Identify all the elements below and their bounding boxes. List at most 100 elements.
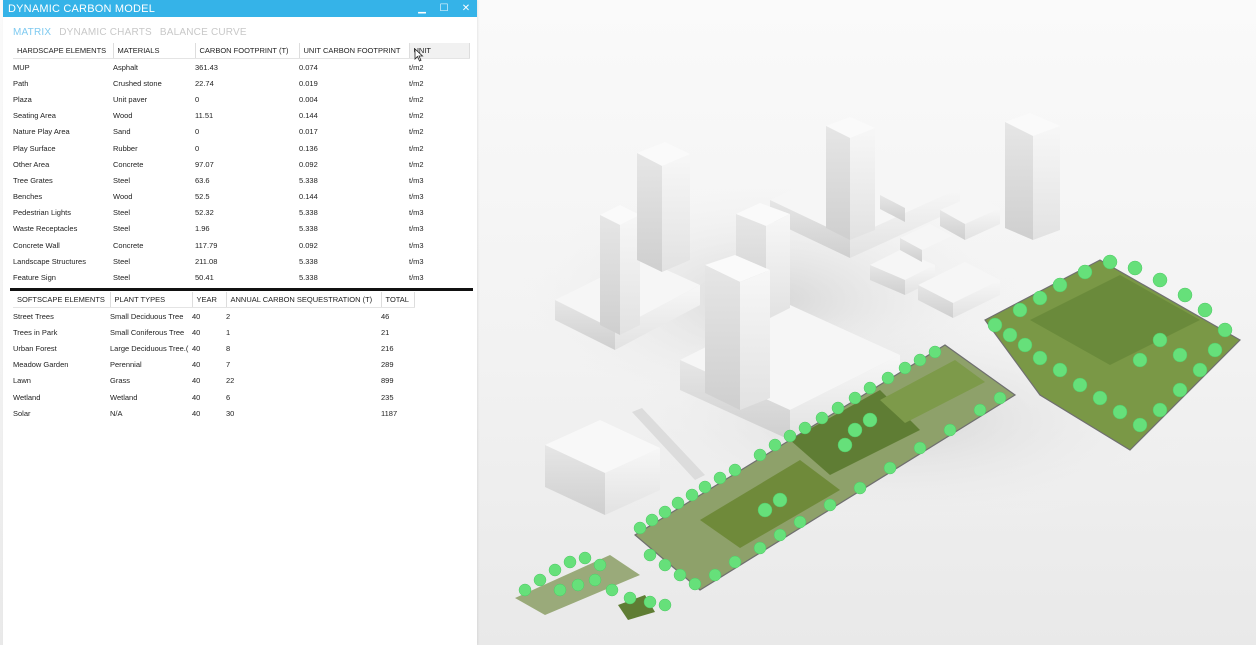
table-cell[interactable]: 40	[192, 357, 226, 373]
table-row[interactable]: Tree Grates Steel 63.6 5.338 t/m3	[13, 172, 469, 188]
table-cell[interactable]: t/m3	[409, 172, 469, 188]
table-cell[interactable]: 52.5	[195, 189, 299, 205]
column-header[interactable]: SOFTSCAPE ELEMENTS	[13, 292, 111, 308]
table-cell[interactable]: Small Deciduous Tree	[110, 308, 192, 325]
table-cell[interactable]: N/A	[110, 405, 192, 421]
table-row[interactable]: Other Area Concrete 97.07 0.092 t/m2	[13, 156, 469, 172]
table-cell[interactable]: Solar	[13, 405, 110, 421]
column-header[interactable]: HARDSCAPE ELEMENTS	[13, 43, 114, 59]
table-cell[interactable]: Pedestrian Lights	[13, 205, 113, 221]
table-cell[interactable]: 216	[381, 340, 414, 356]
table-cell[interactable]: 50.41	[195, 269, 299, 285]
table-row[interactable]: MUP Asphalt 361.43 0.074 t/m2	[13, 59, 469, 76]
table-cell[interactable]: 0.092	[299, 237, 409, 253]
table-cell[interactable]: t/m3	[409, 237, 469, 253]
table-cell[interactable]: Wetland	[13, 389, 110, 405]
table-cell[interactable]: Meadow Garden	[13, 357, 110, 373]
table-cell[interactable]: Large Deciduous Tree.(	[110, 340, 192, 356]
minimize-icon[interactable]: ▁	[412, 0, 432, 17]
table-cell[interactable]: t/m3	[409, 205, 469, 221]
table-cell[interactable]: 22	[226, 373, 381, 389]
table-cell[interactable]: Asphalt	[113, 59, 195, 76]
table-row[interactable]: Solar N/A 40 30 1187	[13, 405, 414, 421]
table-cell[interactable]: Concrete Wall	[13, 237, 113, 253]
table-cell[interactable]: Steel	[113, 172, 195, 188]
table-row[interactable]: Meadow Garden Perennial 40 7 289	[13, 357, 414, 373]
table-cell[interactable]: Unit paver	[113, 91, 195, 107]
table-cell[interactable]: Benches	[13, 189, 113, 205]
table-cell[interactable]: 30	[226, 405, 381, 421]
table-cell[interactable]: 40	[192, 389, 226, 405]
table-cell[interactable]: t/m2	[409, 124, 469, 140]
table-cell[interactable]: 40	[192, 405, 226, 421]
table-cell[interactable]: 46	[381, 308, 414, 325]
table-cell[interactable]: t/m2	[409, 108, 469, 124]
table-row[interactable]: Wetland Wetland 40 6 235	[13, 389, 414, 405]
table-cell[interactable]: 63.6	[195, 172, 299, 188]
table-cell[interactable]: 0.074	[299, 59, 409, 76]
table-cell[interactable]: Other Area	[13, 156, 113, 172]
table-cell[interactable]: 7	[226, 357, 381, 373]
table-cell[interactable]: 117.79	[195, 237, 299, 253]
table-cell[interactable]: Trees in Park	[13, 324, 110, 340]
table-cell[interactable]: 2	[226, 308, 381, 325]
table-cell[interactable]: 0	[195, 140, 299, 156]
table-cell[interactable]: Perennial	[110, 357, 192, 373]
table-row[interactable]: Street Trees Small Deciduous Tree 40 2 46	[13, 308, 414, 325]
table-cell[interactable]: Plaza	[13, 91, 113, 107]
table-cell[interactable]: 6	[226, 389, 381, 405]
table-row[interactable]: Pedestrian Lights Steel 52.32 5.338 t/m3	[13, 205, 469, 221]
column-header[interactable]: ANNUAL CARBON SEQUESTRATION (T)	[226, 292, 382, 308]
table-cell[interactable]: 1187	[381, 405, 414, 421]
table-cell[interactable]: 0	[195, 91, 299, 107]
table-cell[interactable]: Landscape Structures	[13, 253, 113, 269]
table-cell[interactable]: t/m3	[409, 269, 469, 285]
table-cell[interactable]: 0.004	[299, 91, 409, 107]
column-header[interactable]: UNIT CARBON FOOTPRINT	[299, 43, 410, 59]
table-cell[interactable]: 0.017	[299, 124, 409, 140]
table-cell[interactable]: 8	[226, 340, 381, 356]
table-cell[interactable]: 40	[192, 373, 226, 389]
table-cell[interactable]: 22.74	[195, 75, 299, 91]
table-row[interactable]: Plaza Unit paver 0 0.004 t/m2	[13, 91, 469, 107]
table-cell[interactable]: t/m2	[409, 91, 469, 107]
table-cell[interactable]: 5.338	[299, 269, 409, 285]
table-cell[interactable]: Concrete	[113, 156, 195, 172]
table-row[interactable]: Concrete Wall Concrete 117.79 0.092 t/m3	[13, 237, 469, 253]
table-cell[interactable]: Street Trees	[13, 308, 110, 325]
table-row[interactable]: Trees in Park Small Coniferous Tree 40 1 21	[13, 324, 414, 340]
table-cell[interactable]: Crushed stone	[113, 75, 195, 91]
table-cell[interactable]: Concrete	[113, 237, 195, 253]
table-cell[interactable]: 0.092	[299, 156, 409, 172]
table-row[interactable]: Lawn Grass 40 22 899	[13, 373, 414, 389]
table-cell[interactable]: 289	[381, 357, 414, 373]
table-row[interactable]: Waste Receptacles Steel 1.96 5.338 t/m3	[13, 221, 469, 237]
table-cell[interactable]: Wood	[113, 108, 195, 124]
table-cell[interactable]: 5.338	[299, 205, 409, 221]
table-cell[interactable]: 5.338	[299, 172, 409, 188]
table-cell[interactable]: Nature Play Area	[13, 124, 113, 140]
table-cell[interactable]: Play Surface	[13, 140, 113, 156]
column-header[interactable]: MATERIALS	[113, 43, 196, 59]
table-cell[interactable]: 5.338	[299, 221, 409, 237]
tab-matrix[interactable]: MATRIX	[13, 27, 51, 38]
table-cell[interactable]: Sand	[113, 124, 195, 140]
table-cell[interactable]: t/m3	[409, 189, 469, 205]
table-cell[interactable]: Urban Forest	[13, 340, 110, 356]
table-cell[interactable]: t/m3	[409, 253, 469, 269]
table-cell[interactable]: t/m2	[409, 140, 469, 156]
table-row[interactable]: Seating Area Wood 11.51 0.144 t/m2	[13, 108, 469, 124]
table-row[interactable]: Landscape Structures Steel 211.08 5.338 t/m3	[13, 253, 469, 269]
table-row[interactable]: Benches Wood 52.5 0.144 t/m3	[13, 189, 469, 205]
table-cell[interactable]: 40	[192, 308, 226, 325]
table-cell[interactable]: MUP	[13, 59, 113, 76]
table-cell[interactable]: 0.019	[299, 75, 409, 91]
table-cell[interactable]: Small Coniferous Tree	[110, 324, 192, 340]
table-cell[interactable]: Steel	[113, 205, 195, 221]
table-cell[interactable]: Steel	[113, 269, 195, 285]
table-cell[interactable]: 5.338	[299, 253, 409, 269]
table-cell[interactable]: Feature Sign	[13, 269, 113, 285]
close-icon[interactable]: ✕	[456, 0, 476, 17]
table-cell[interactable]: Seating Area	[13, 108, 113, 124]
column-header[interactable]: YEAR	[192, 292, 227, 308]
